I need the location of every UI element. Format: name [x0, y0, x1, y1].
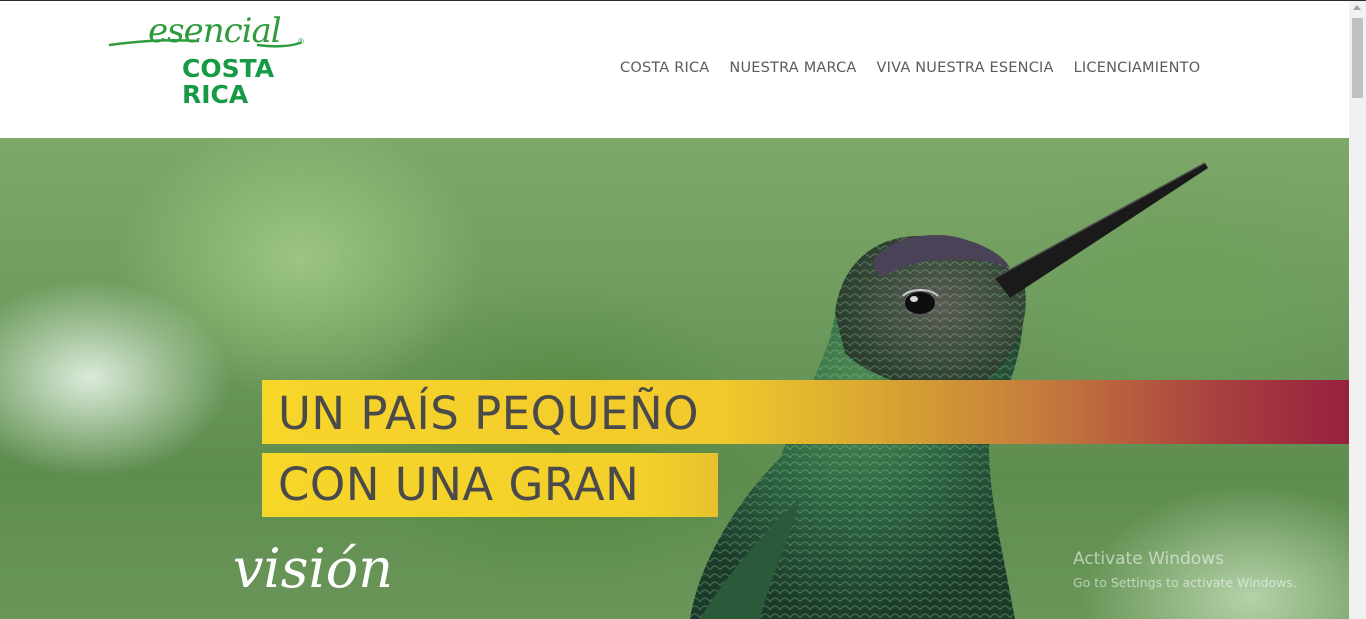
windows-activation-watermark-subtitle: Go to Settings to activate Windows.: [1073, 575, 1297, 590]
esencial-costa-rica-logo[interactable]: esencial ® COSTA RICA: [108, 9, 318, 119]
nav-item-viva-nuestra-esencia[interactable]: VIVA NUESTRA ESENCIA: [877, 60, 1054, 76]
logo-script-text: esencial: [148, 11, 282, 51]
nav-item-costa-rica[interactable]: COSTA RICA: [620, 60, 709, 76]
nav-item-nuestra-marca[interactable]: NUESTRA MARCA: [729, 60, 856, 76]
logo-costa-text: COSTA: [182, 54, 275, 83]
logo-registered-mark: ®: [298, 37, 304, 46]
hero-banner: UN PAÍS PEQUEÑO CON UNA GRAN visión: [0, 138, 1349, 619]
windows-activation-watermark-title: Activate Windows: [1073, 549, 1224, 569]
main-nav: COSTA RICA NUESTRA MARCA VIVA NUESTRA ES…: [620, 60, 1220, 76]
page-scrollbar[interactable]: [1349, 1, 1366, 619]
hummingbird-image: [690, 162, 1208, 619]
hero-headline-line2: CON UNA GRAN: [278, 458, 640, 511]
hero-script-word: visión: [233, 537, 394, 600]
hero-headline-line1: UN PAÍS PEQUEÑO: [278, 387, 700, 440]
site-header: esencial ® COSTA RICA COSTA RICA NUESTRA…: [0, 1, 1349, 138]
nav-item-licenciamiento[interactable]: LICENCIAMIENTO: [1074, 60, 1201, 76]
chevron-up-icon[interactable]: [1353, 5, 1361, 10]
logo-rica-text: RICA: [182, 80, 249, 109]
scrollbar-thumb[interactable]: [1352, 18, 1363, 98]
